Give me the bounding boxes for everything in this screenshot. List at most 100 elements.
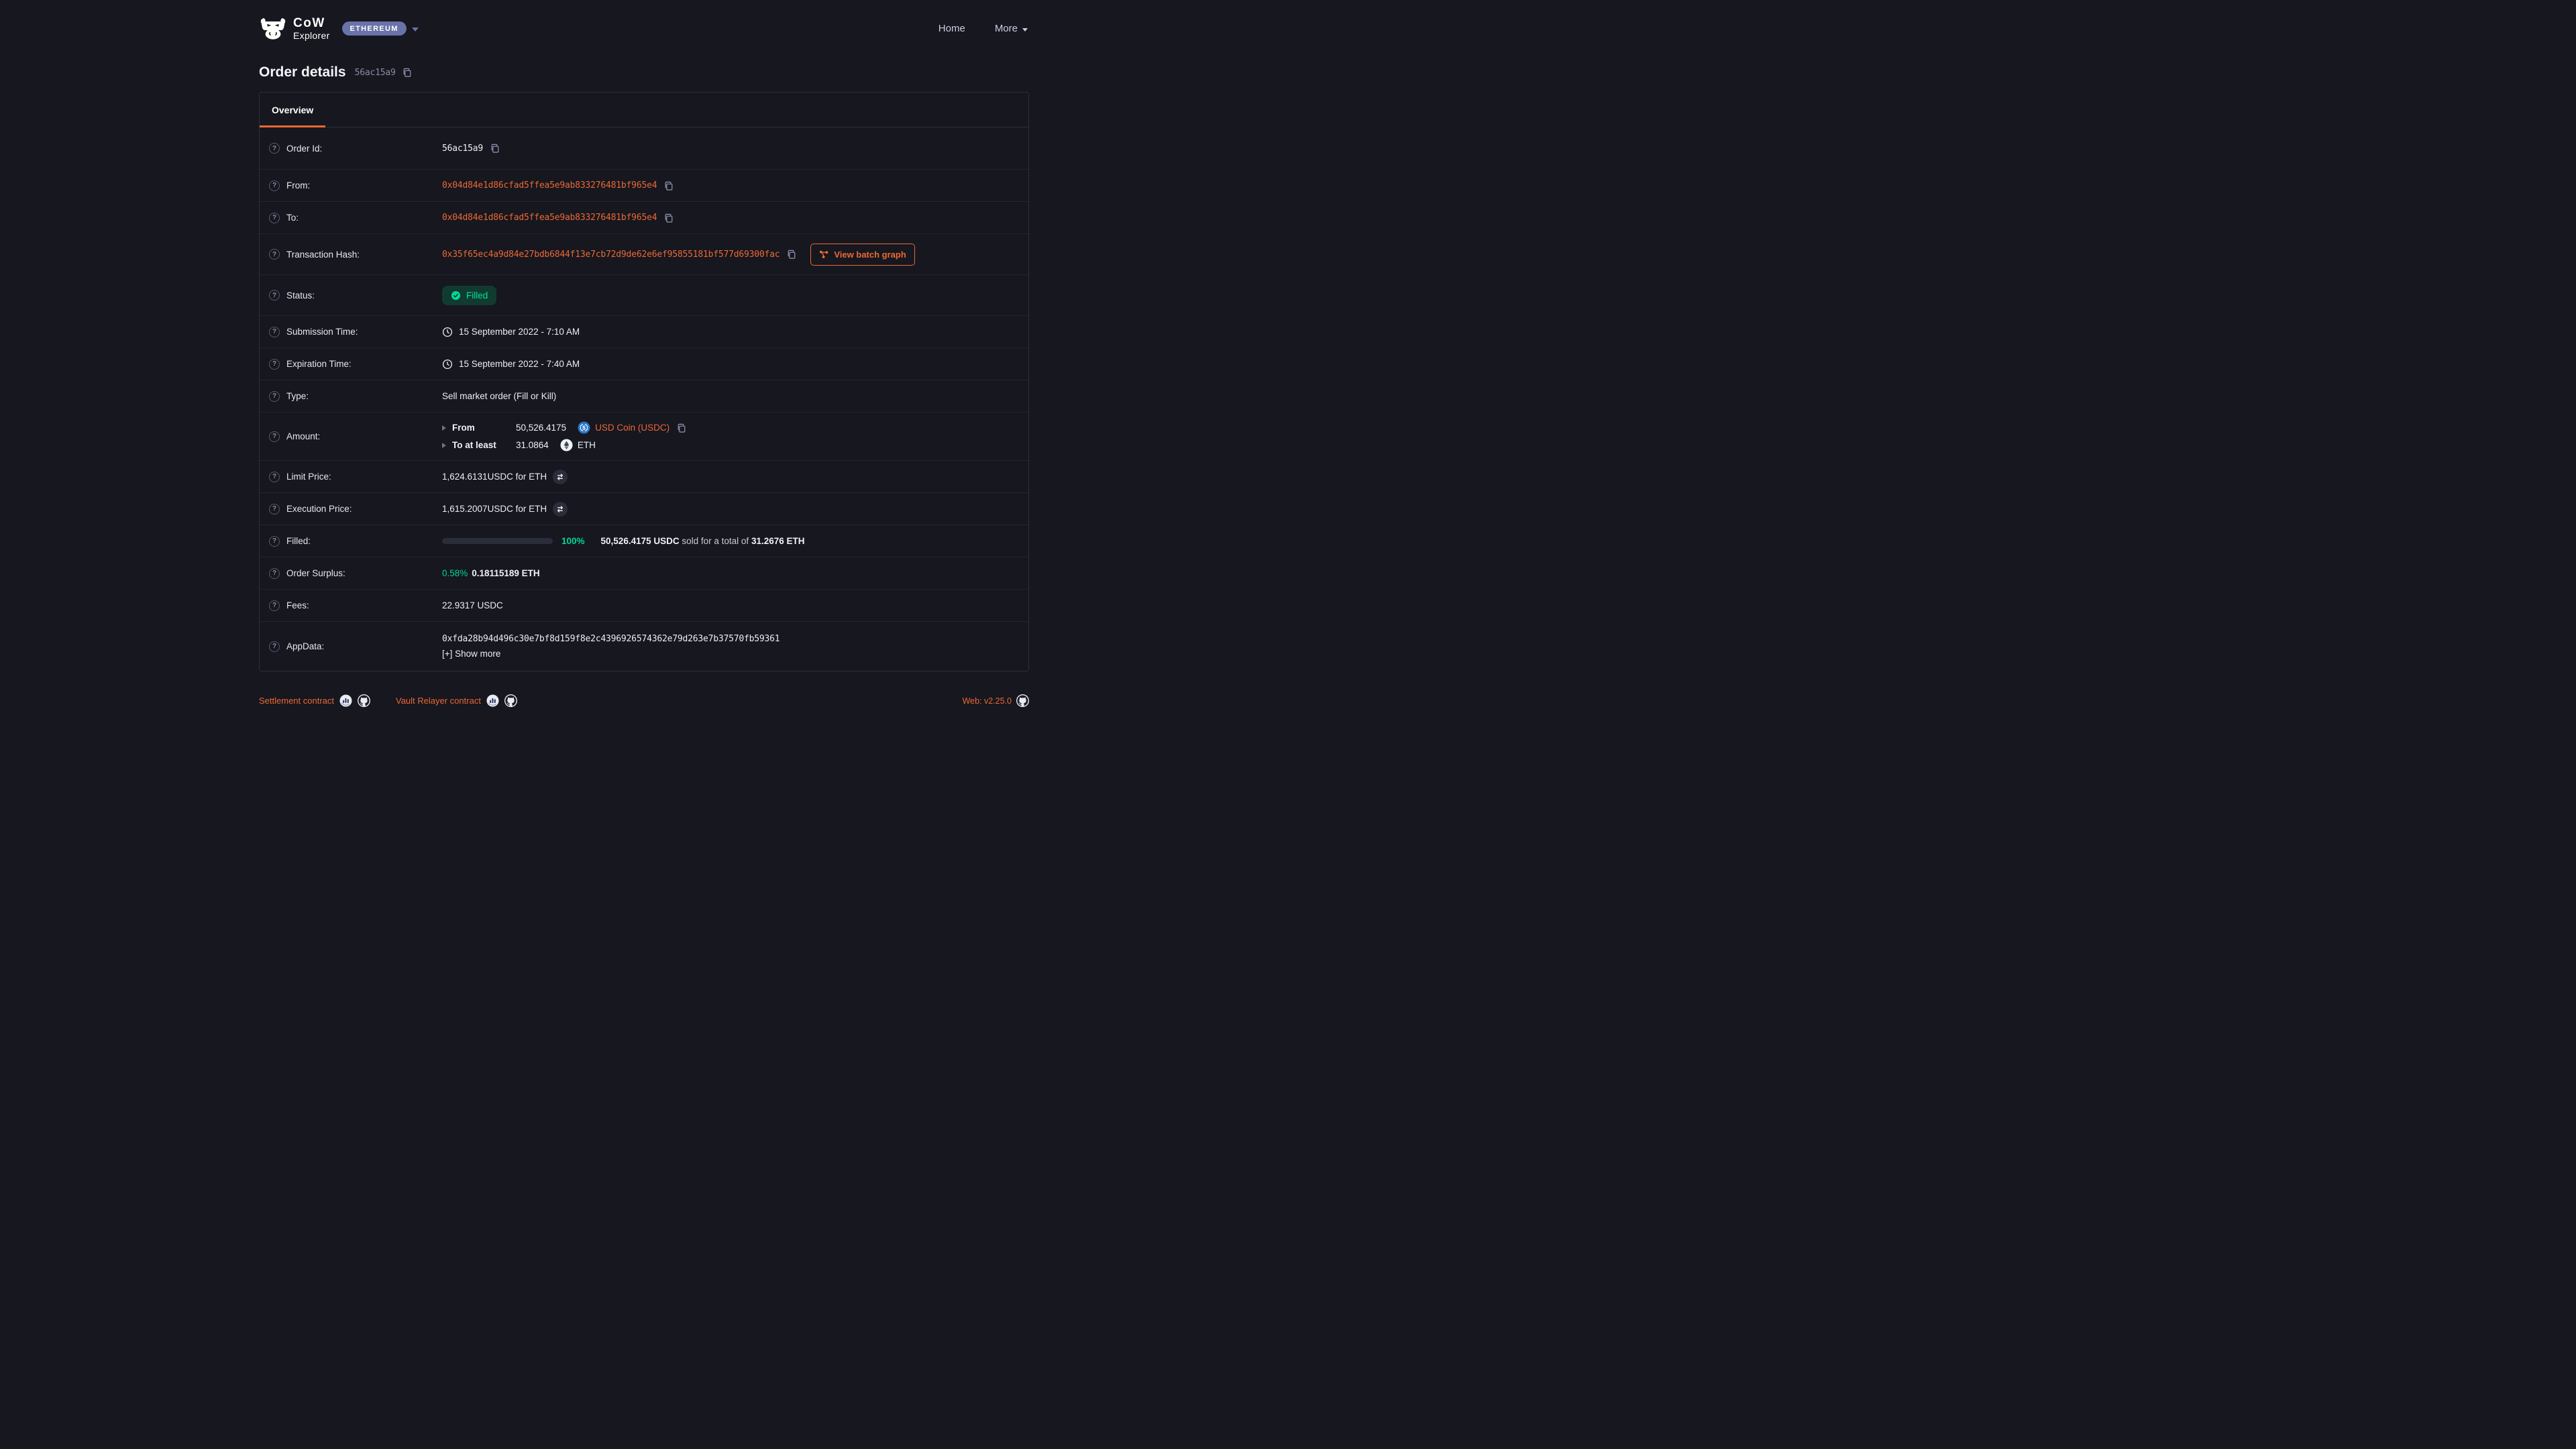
table-row-filled: ? Filled: 100% 50,526.4175 USDC sold for… — [260, 525, 1028, 557]
copy-icon[interactable] — [402, 67, 413, 78]
brand-line2: Explorer — [293, 31, 330, 40]
check-circle-icon — [451, 290, 461, 301]
row-label: ? Fees: — [269, 600, 442, 611]
order-id-label: Order Id: — [286, 144, 322, 154]
help-icon[interactable]: ? — [269, 504, 280, 515]
help-icon[interactable]: ? — [269, 359, 280, 370]
help-icon[interactable]: ? — [269, 180, 280, 191]
table-row-expiration-time: ? Expiration Time: 15 September 2022 - 7… — [260, 347, 1028, 380]
expiration-time-label: Expiration Time: — [286, 359, 352, 369]
etherscan-icon[interactable] — [339, 694, 352, 707]
vault-relayer-contract-link[interactable]: Vault Relayer contract — [396, 696, 481, 706]
help-icon[interactable]: ? — [269, 391, 280, 402]
status-label: Status: — [286, 290, 315, 301]
copy-icon[interactable] — [490, 143, 500, 154]
order-surplus-label: Order Surplus: — [286, 568, 345, 578]
copy-icon[interactable] — [663, 213, 674, 223]
github-icon[interactable] — [504, 694, 517, 707]
batch-graph-icon — [819, 250, 828, 259]
swap-price-icon[interactable] — [553, 502, 568, 517]
usdc-token-icon: $ — [578, 421, 590, 434]
help-icon[interactable]: ? — [269, 568, 280, 579]
amount-to-key: To at least — [452, 440, 516, 450]
clock-icon — [442, 327, 453, 337]
table-row-from: ? From: 0x04d84e1d86cfad5ffea5e9ab833276… — [260, 169, 1028, 201]
eth-token-icon — [560, 439, 573, 451]
help-icon[interactable]: ? — [269, 143, 280, 154]
copy-icon[interactable] — [663, 180, 674, 191]
help-icon[interactable]: ? — [269, 472, 280, 482]
order-surplus-value: 0.18115189 ETH — [472, 568, 539, 578]
filled-label: Filled: — [286, 536, 311, 546]
table-row-type: ? Type: Sell market order (Fill or Kill) — [260, 380, 1028, 412]
vault-relayer-contract-group: Vault Relayer contract — [396, 694, 517, 707]
nav-home-label: Home — [938, 23, 965, 34]
brand-name: CoW Explorer — [293, 17, 330, 40]
filled-summary: 50,526.4175 USDC sold for a total of 31.… — [601, 536, 805, 546]
settlement-contract-link[interactable]: Settlement contract — [259, 696, 334, 706]
from-address-link[interactable]: 0x04d84e1d86cfad5ffea5e9ab833276481bf965… — [442, 180, 657, 191]
amount-to-line: To at least 31.0864 ETH — [442, 439, 687, 451]
table-row-to: ? To: 0x04d84e1d86cfad5ffea5e9ab83327648… — [260, 201, 1028, 233]
filled-percent: 100% — [561, 536, 585, 546]
row-label: ? Limit Price: — [269, 472, 442, 482]
to-address-link[interactable]: 0x04d84e1d86cfad5ffea5e9ab833276481bf965… — [442, 213, 657, 223]
order-details-card: Overview ? Order Id: 56ac15a9 ? From: 0x… — [259, 92, 1029, 672]
fees-value: 22.9317 USDC — [442, 600, 503, 610]
help-icon[interactable]: ? — [269, 327, 280, 337]
header: CoW Explorer ETHEREUM Home More — [259, 0, 1029, 43]
web-version-group: Web: v2.25.0 — [963, 694, 1029, 707]
tab-bar: Overview — [260, 93, 1028, 127]
from-label: From: — [286, 180, 310, 191]
table-row-fees: ? Fees: 22.9317 USDC — [260, 589, 1028, 621]
github-icon[interactable] — [1016, 694, 1029, 707]
row-label: ? Amount: — [269, 431, 442, 442]
network-selector[interactable]: ETHEREUM — [342, 21, 419, 36]
row-value: 22.9317 USDC — [442, 600, 1019, 610]
appdata-show-more[interactable]: [+] Show more — [442, 649, 780, 659]
amount-from-line: From 50,526.4175 $ USD Coin (USDC) — [442, 421, 687, 434]
help-icon[interactable]: ? — [269, 641, 280, 652]
network-badge[interactable]: ETHEREUM — [342, 21, 407, 36]
expiration-time-value: 15 September 2022 - 7:40 AM — [459, 359, 580, 369]
copy-icon[interactable] — [676, 423, 687, 433]
table-row-limit-price: ? Limit Price: 1,624.6131USDC for ETH — [260, 460, 1028, 492]
brand-logo[interactable]: CoW Explorer — [259, 17, 330, 40]
help-icon[interactable]: ? — [269, 249, 280, 260]
view-batch-graph-button[interactable]: View batch graph — [810, 244, 914, 266]
tab-overview[interactable]: Overview — [260, 93, 325, 127]
order-details-table: ? Order Id: 56ac15a9 ? From: 0x04d84e1d8… — [260, 127, 1028, 671]
filled-progress-bar — [442, 538, 553, 544]
submission-time-value: 15 September 2022 - 7:10 AM — [459, 327, 580, 337]
transaction-hash-link[interactable]: 0x35f65ec4a9d84e27bdb6844f13e7cb72d9de62… — [442, 250, 780, 260]
execution-price-value: 1,615.2007USDC for ETH — [442, 504, 547, 514]
limit-price-label: Limit Price: — [286, 472, 331, 482]
table-row-amount: ? Amount: From 50,526.4175 $ USD Coin (U… — [260, 412, 1028, 460]
help-icon[interactable]: ? — [269, 600, 280, 611]
help-icon[interactable]: ? — [269, 213, 280, 223]
help-icon[interactable]: ? — [269, 536, 280, 547]
table-row-transaction-hash: ? Transaction Hash: 0x35f65ec4a9d84e27bd… — [260, 233, 1028, 274]
row-value: 56ac15a9 — [442, 143, 1019, 154]
appdata-label: AppData: — [286, 641, 324, 651]
copy-icon[interactable] — [786, 249, 797, 260]
web-version-link[interactable]: Web: v2.25.0 — [963, 696, 1012, 706]
row-value: 0x35f65ec4a9d84e27bdb6844f13e7cb72d9de62… — [442, 244, 1019, 266]
chevron-down-icon — [1022, 28, 1028, 32]
nav-home-link[interactable]: Home — [938, 23, 965, 34]
triangle-right-icon — [442, 443, 446, 448]
row-value: 0x04d84e1d86cfad5ffea5e9ab833276481bf965… — [442, 213, 1019, 223]
table-row-order-id: ? Order Id: 56ac15a9 — [260, 127, 1028, 169]
nav-more-link[interactable]: More — [995, 23, 1028, 34]
table-row-status: ? Status: Filled — [260, 274, 1028, 315]
row-value: 15 September 2022 - 7:10 AM — [442, 327, 1019, 337]
help-icon[interactable]: ? — [269, 290, 280, 301]
etherscan-icon[interactable] — [486, 694, 499, 707]
help-icon[interactable]: ? — [269, 431, 280, 442]
amount-to-value: 31.0864 — [516, 440, 549, 450]
eth-token-label: ETH — [578, 440, 596, 450]
github-icon[interactable] — [358, 694, 370, 707]
execution-price-label: Execution Price: — [286, 504, 352, 514]
swap-price-icon[interactable] — [553, 470, 568, 484]
usdc-token-link[interactable]: USD Coin (USDC) — [595, 423, 669, 433]
